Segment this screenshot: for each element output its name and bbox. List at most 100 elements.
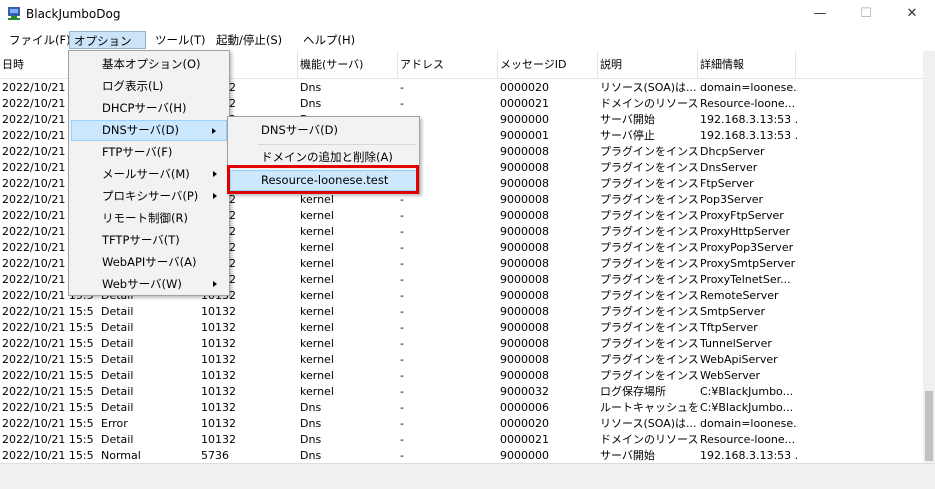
options-menu-item[interactable]: DHCPサーバ(H) — [71, 98, 227, 119]
options-menu-item[interactable]: ログ表示(L) — [71, 76, 227, 97]
table-cell: kernel — [300, 209, 334, 222]
table-row[interactable]: 2022/10/21 15:5 Detail 10132 kernel - 9000008… — [0, 304, 923, 320]
table-cell: 9000008 — [500, 353, 549, 366]
table-cell: kernel — [300, 353, 334, 366]
table-cell: 192.168.3.13:53 ... — [700, 113, 798, 126]
table-cell: Detail — [101, 353, 134, 366]
table-row[interactable]: 2022/10/21 15:5 Error 10132 Dns - 0000020 リソース… — [0, 416, 923, 432]
table-cell: - — [400, 385, 404, 398]
table-cell: - — [400, 353, 404, 366]
dns-server-item[interactable]: DNSサーバ(D) — [230, 120, 417, 141]
menu-item-label: TFTPサーバ(T) — [102, 233, 180, 247]
menu-item-label: ログ表示(L) — [102, 79, 164, 93]
table-cell: 0000020 — [500, 417, 549, 430]
table-cell: 9000001 — [500, 129, 549, 142]
table-cell: ProxySmtpServer — [700, 257, 796, 270]
options-menu-item[interactable]: WebAPIサーバ(A) — [71, 252, 227, 273]
vertical-scrollbar[interactable] — [923, 51, 935, 463]
options-menu-item[interactable]: TFTPサーバ(T) — [71, 230, 227, 251]
table-cell: kernel — [300, 369, 334, 382]
menu-start-stop[interactable]: 起動/停止(S) — [212, 31, 286, 49]
table-row[interactable]: 2022/10/21 15:5 Detail 10132 kernel - 9000008… — [0, 368, 923, 384]
table-cell: 2022/10/21 15:5 — [2, 417, 94, 430]
table-cell: Detail — [101, 433, 134, 446]
table-cell: 9000008 — [500, 369, 549, 382]
options-menu-item[interactable]: プロキシサーバ(P) — [71, 186, 227, 207]
table-cell: Detail — [101, 369, 134, 382]
col-address[interactable]: アドレス — [398, 51, 498, 78]
table-row[interactable]: 2022/10/21 15:5 Detail 10132 Dns - 0000021 ドメイ… — [0, 432, 923, 448]
table-cell: kernel — [300, 337, 334, 350]
table-cell: 2022/10/21 15:5 — [2, 449, 94, 462]
app-icon — [8, 7, 20, 20]
table-cell: サーバ開始 — [600, 449, 655, 462]
menu-options[interactable]: オプション(O) — [69, 31, 146, 66]
minimize-button[interactable]: — — [797, 0, 843, 29]
table-cell: TftpServer — [700, 321, 758, 334]
table-cell: - — [400, 209, 404, 222]
table-cell: C:¥BlackJumbo... — [700, 385, 794, 398]
table-cell: Dns — [300, 433, 322, 446]
table-cell: - — [400, 273, 404, 286]
table-cell: 10132 — [201, 353, 236, 366]
menu-item-label: リモート制御(R) — [102, 211, 188, 225]
options-menu-item[interactable]: メールサーバ(M) — [71, 164, 227, 185]
menu-separator — [258, 144, 416, 145]
table-cell: - — [400, 81, 404, 94]
col-message-id[interactable]: メッセージID — [498, 51, 598, 78]
table-cell: - — [400, 225, 404, 238]
close-button[interactable]: ✕ — [889, 0, 935, 29]
table-cell: kernel — [300, 193, 334, 206]
table-cell: プラグインをインス... — [600, 161, 698, 174]
table-cell: kernel — [300, 321, 334, 334]
menu-item-label: プロキシサーバ(P) — [102, 189, 199, 203]
table-row[interactable]: 2022/10/21 15:5 Detail 10132 kernel - 9000032… — [0, 384, 923, 400]
table-cell: 9000008 — [500, 161, 549, 174]
table-cell: - — [400, 401, 404, 414]
table-cell: - — [400, 193, 404, 206]
table-cell: 9000008 — [500, 273, 549, 286]
table-cell: リソース(SOA)は... — [600, 81, 697, 94]
options-menu-item[interactable]: リモート制御(R) — [71, 208, 227, 229]
table-cell: 2022/10/21 15:5 — [2, 369, 94, 382]
menu-help[interactable]: ヘルプ(H) — [299, 31, 359, 49]
table-cell: リソース(SOA)は... — [600, 417, 697, 430]
table-cell: Error — [101, 417, 128, 430]
options-menu-item[interactable]: 基本オプション(O) — [71, 54, 227, 75]
table-cell: 9000008 — [500, 305, 549, 318]
options-menu-item[interactable]: DNSサーバ(D) — [71, 120, 227, 141]
menu-file[interactable]: ファイル(F) — [5, 31, 75, 49]
table-cell: Detail — [101, 337, 134, 350]
col-details[interactable]: 詳細情報 — [698, 51, 796, 78]
table-cell: kernel — [300, 241, 334, 254]
col-description[interactable]: 説明 — [598, 51, 698, 78]
col-function[interactable]: 機能(サーバ) — [298, 51, 398, 78]
table-row[interactable]: 2022/10/21 15:5 Detail 10132 kernel - 9000008… — [0, 320, 923, 336]
table-row[interactable]: 2022/10/21 15:5 Detail 10132 kernel - 9000008… — [0, 352, 923, 368]
options-menu-item[interactable]: FTPサーバ(F) — [71, 142, 227, 163]
table-cell: 9000008 — [500, 257, 549, 270]
table-cell: kernel — [300, 225, 334, 238]
table-row[interactable]: 2022/10/21 15:5 Detail 10132 Dns - 0000006 ルート… — [0, 400, 923, 416]
table-cell: Detail — [101, 385, 134, 398]
menu-item-label: DHCPサーバ(H) — [102, 101, 187, 115]
menu-item-label: Webサーバ(W) — [102, 277, 182, 291]
scrollbar-thumb[interactable] — [925, 391, 933, 461]
window-title: BlackJumboDog — [26, 7, 121, 21]
table-row[interactable]: 2022/10/21 15:5 Detail 10132 kernel - 9000008… — [0, 336, 923, 352]
table-row[interactable]: 2022/10/21 15:5 Normal 5736 Dns - 9000000 サーバ開… — [0, 448, 923, 463]
table-cell: Pop3Server — [700, 193, 764, 206]
menu-tools[interactable]: ツール(T) — [151, 31, 210, 49]
table-cell: プラグインをインス... — [600, 369, 698, 382]
table-cell: 10132 — [201, 433, 236, 446]
maximize-button[interactable]: ☐ — [843, 0, 889, 29]
options-menu-item[interactable]: Webサーバ(W) — [71, 274, 227, 295]
table-cell: kernel — [300, 289, 334, 302]
table-cell: 2022/10/21 15:5 — [2, 321, 94, 334]
table-cell: domain=loonese... — [700, 81, 798, 94]
table-cell: - — [400, 337, 404, 350]
menu-item-label: FTPサーバ(F) — [102, 145, 173, 159]
table-cell: 0000020 — [500, 81, 549, 94]
table-cell: プラグインをインス... — [600, 209, 698, 222]
table-cell: 2022/10/21 15:5 — [2, 353, 94, 366]
